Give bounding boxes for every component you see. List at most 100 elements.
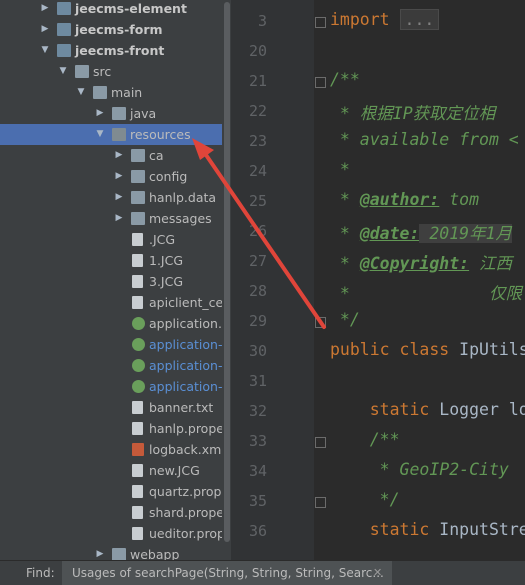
tree-item[interactable]: ▶ jeecms-element — [0, 0, 231, 19]
spring-config-icon — [132, 338, 145, 351]
tree-item[interactable]: new.JCG — [0, 460, 231, 481]
tree-item[interactable]: ueditor.proper — [0, 523, 231, 544]
tree-item[interactable]: ▶ ca — [0, 145, 231, 166]
collapse-arrow-icon[interactable]: ▶ — [95, 544, 105, 560]
tree-item-label: jeecms-element — [75, 1, 187, 16]
project-tree-panel[interactable]: ▶ jeecms-element ▶ jeecms-form ▼ jeecms-front… — [0, 0, 231, 560]
tree-item[interactable]: ▼ main — [0, 82, 231, 103]
resources-folder-icon — [112, 128, 126, 141]
tree-item[interactable]: ▶ config — [0, 166, 231, 187]
code-line: /** — [330, 70, 360, 89]
line-number: 30 — [248, 342, 267, 360]
text-file-icon — [132, 401, 143, 414]
code-line: static Logger lo — [369, 400, 525, 419]
spring-config-icon — [132, 317, 145, 330]
tree-item[interactable]: application-de — [0, 355, 231, 376]
tree-item[interactable]: quartz.propert — [0, 481, 231, 502]
collapse-arrow-icon[interactable]: ▶ — [114, 166, 124, 187]
tree-item[interactable]: ▼ resources — [0, 124, 231, 145]
tree-item-label: resources — [130, 127, 191, 142]
tree-item-label: jeecms-form — [75, 22, 163, 37]
tree-item-label: java — [130, 106, 157, 121]
expand-arrow-icon[interactable]: ▼ — [76, 82, 86, 103]
tree-item-label: banner.txt — [149, 400, 214, 415]
tree-item[interactable]: hanlp.properti — [0, 418, 231, 439]
code-line: * 仅限 — [330, 284, 522, 303]
collapse-arrow-icon[interactable]: ▶ — [40, 0, 50, 19]
line-number: 25 — [248, 192, 267, 210]
tree-item[interactable]: ▶ hanlp.data — [0, 187, 231, 208]
folder-icon — [131, 191, 145, 204]
tree-item[interactable]: logback.xml — [0, 439, 231, 460]
line-number: 20 — [248, 42, 267, 60]
find-usages-tab[interactable]: Usages of searchPage(String, String, Str… — [62, 561, 392, 585]
tree-item[interactable]: application.pro — [0, 313, 231, 334]
collapse-arrow-icon[interactable]: ▶ — [95, 103, 105, 124]
folder-icon — [75, 65, 89, 78]
line-number: 22 — [248, 102, 267, 120]
code-editor[interactable]: 3 import ... 20 21 /** 22 * 根据IP获取定位相 23 * ava… — [231, 0, 525, 560]
expand-arrow-icon[interactable]: ▼ — [58, 61, 68, 82]
collapse-arrow-icon[interactable]: ▶ — [114, 208, 124, 229]
expand-arrow-icon[interactable]: ▼ — [40, 40, 50, 61]
code-line: * available from < — [330, 130, 519, 149]
folder-icon — [131, 149, 145, 162]
tree-item[interactable]: 1.JCG — [0, 250, 231, 271]
expand-arrow-icon[interactable]: ▼ — [95, 124, 105, 145]
folder-icon — [112, 548, 126, 560]
line-number: 29 — [248, 312, 267, 330]
line-number: 33 — [248, 432, 267, 450]
code-line: */ — [330, 490, 400, 509]
tree-item[interactable]: shard.properti — [0, 502, 231, 523]
file-icon — [132, 275, 143, 288]
tree-item[interactable]: ▼ src — [0, 61, 231, 82]
tree-item-label: 3.JCG — [149, 274, 184, 289]
properties-file-icon — [132, 506, 143, 519]
code-line: import ... — [330, 9, 440, 30]
properties-file-icon — [132, 527, 143, 540]
file-icon — [132, 296, 143, 309]
code-line: * GeoIP2-City — [330, 460, 519, 479]
tree-item[interactable]: ▶ java — [0, 103, 231, 124]
find-tool-label[interactable]: Find: — [26, 561, 55, 585]
project-tree-scrollbar-thumb[interactable] — [224, 2, 230, 542]
fold-marker-icon[interactable] — [315, 317, 326, 328]
line-number: 34 — [248, 462, 267, 480]
spring-config-icon — [132, 359, 145, 372]
tree-item[interactable]: ▶ jeecms-form — [0, 19, 231, 40]
line-number: 23 — [248, 132, 267, 150]
tree-item[interactable]: 3.JCG — [0, 271, 231, 292]
tree-item[interactable]: ▶ messages — [0, 208, 231, 229]
tree-item-label: webapp — [130, 547, 180, 560]
code-line: * @date: 2019年1月 — [330, 224, 513, 243]
tree-item[interactable]: banner.txt — [0, 397, 231, 418]
tree-item[interactable]: application-be — [0, 334, 231, 355]
tree-item[interactable]: ▼ jeecms-front — [0, 40, 231, 61]
collapse-arrow-icon[interactable]: ▶ — [40, 19, 50, 40]
tree-item[interactable]: application-pr — [0, 376, 231, 397]
collapse-arrow-icon[interactable]: ▶ — [114, 187, 124, 208]
spring-config-icon — [132, 380, 145, 393]
tree-item-label: messages — [149, 211, 212, 226]
fold-marker-icon[interactable] — [315, 437, 326, 448]
tree-item-label: hanlp.properti — [149, 421, 231, 436]
code-line: * 根据IP获取定位相 — [330, 104, 496, 123]
close-icon[interactable]: ✕ — [373, 561, 382, 585]
tree-item[interactable]: apiclient_cert.p — [0, 292, 231, 313]
line-number: 31 — [248, 372, 267, 390]
tree-item[interactable]: ▶ webapp — [0, 544, 231, 560]
code-line: static InputStre — [369, 520, 525, 539]
line-number: 21 — [248, 72, 267, 90]
fold-marker-icon[interactable] — [315, 497, 326, 508]
tree-item-label: main — [111, 85, 143, 100]
fold-marker-icon[interactable] — [315, 77, 326, 88]
fold-marker-icon[interactable] — [315, 17, 326, 28]
file-icon — [132, 233, 143, 246]
tree-item-label: .JCG — [149, 232, 176, 247]
tree-item[interactable]: .JCG — [0, 229, 231, 250]
tree-item-label: src — [93, 64, 112, 79]
file-icon — [132, 254, 143, 267]
collapse-arrow-icon[interactable]: ▶ — [114, 145, 124, 166]
tree-item-label: hanlp.data — [149, 190, 217, 205]
code-line: * @author: tom — [330, 190, 480, 209]
